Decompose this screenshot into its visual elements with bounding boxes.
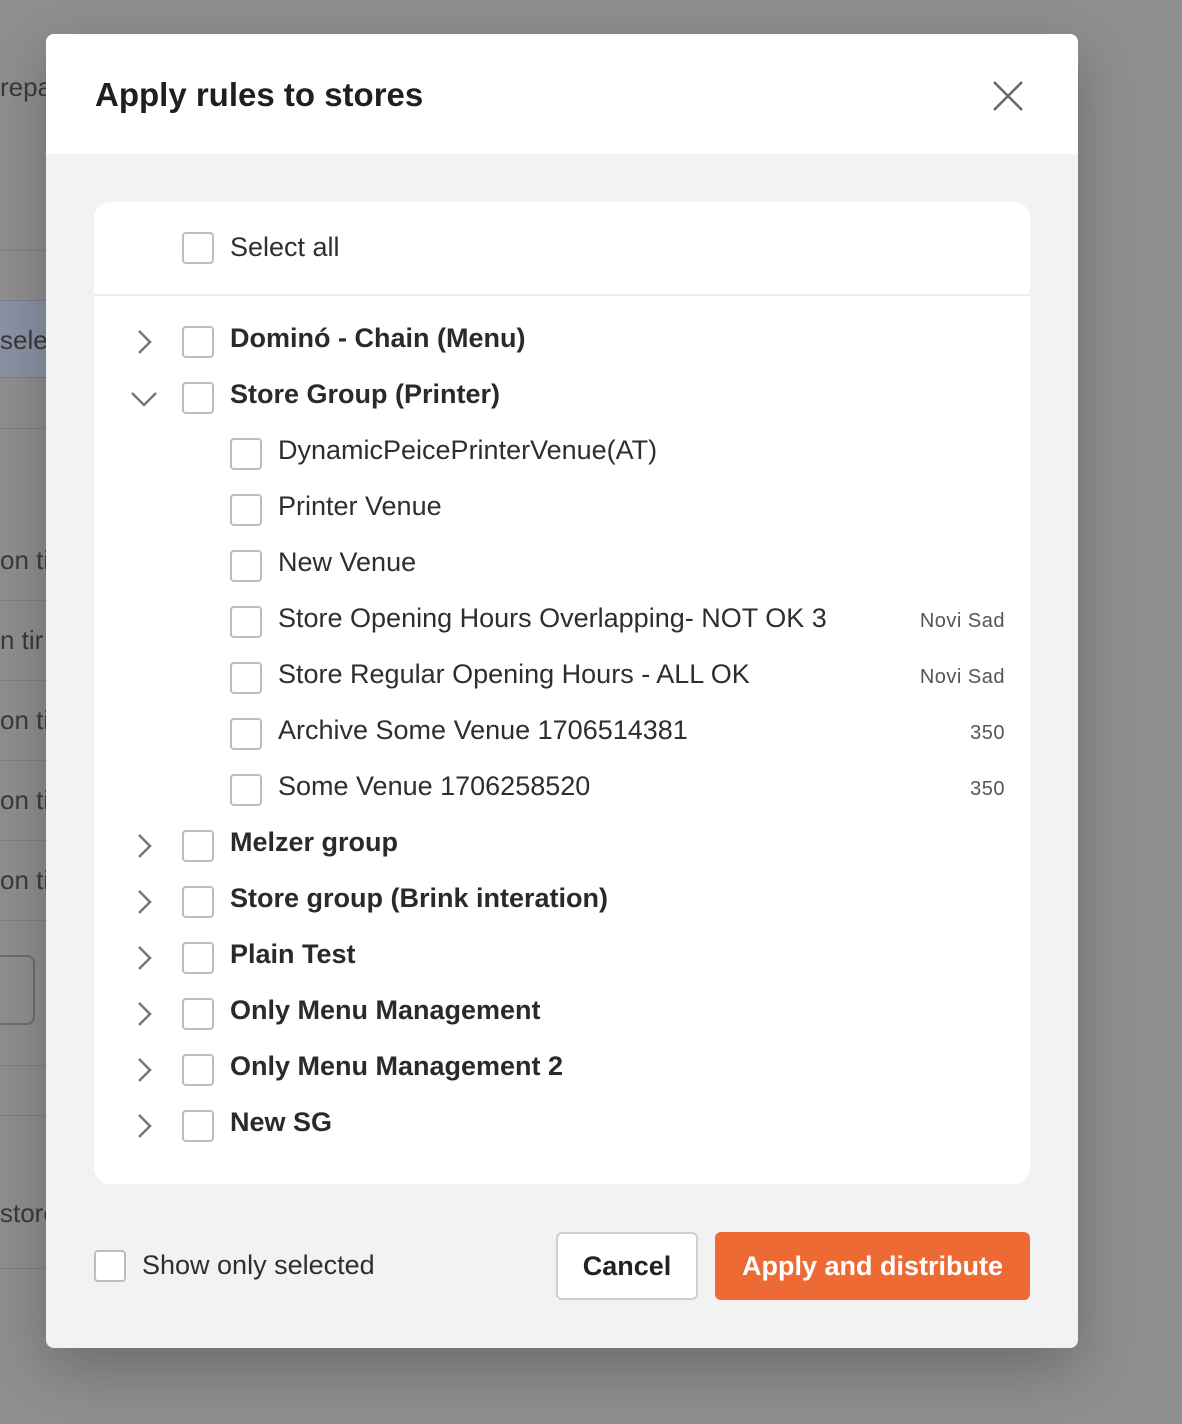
background-text: on tir: [0, 545, 46, 575]
group-label: Melzer group: [230, 827, 399, 857]
background-button: [0, 955, 35, 1025]
close-icon: [993, 81, 1023, 111]
tree-group-row[interactable]: Only Menu Management 2: [94, 1042, 1030, 1098]
store-code: 350: [970, 722, 1005, 744]
store-checkbox[interactable]: [230, 606, 262, 638]
tree-group-row[interactable]: Plain Test: [94, 930, 1030, 986]
store-checkbox[interactable]: [230, 550, 262, 582]
chevron-right-icon[interactable]: [130, 888, 158, 916]
group-checkbox[interactable]: [182, 886, 214, 918]
cancel-button[interactable]: Cancel: [556, 1232, 698, 1300]
tree-group-row[interactable]: Melzer group: [94, 818, 1030, 874]
background-text: sele: [0, 325, 46, 355]
background-text: store: [0, 1198, 46, 1228]
group-label: Store group (Brink interation): [230, 883, 608, 913]
tree-store-row[interactable]: DynamicPeicePrinterVenue(AT): [94, 426, 1030, 482]
group-label: Store Group (Printer): [230, 379, 501, 409]
store-tree-panel: Select all Dominó - Chain (Menu) Store G…: [94, 202, 1030, 1184]
background-text: on tir: [0, 865, 46, 895]
chevron-right-icon[interactable]: [130, 1000, 158, 1028]
tree-group-row[interactable]: Dominó - Chain (Menu): [94, 314, 1030, 370]
tree-group-row[interactable]: Store group (Brink interation): [94, 874, 1030, 930]
store-checkbox[interactable]: [230, 718, 262, 750]
chevron-right-icon[interactable]: [130, 944, 158, 972]
show-only-selected-checkbox[interactable]: [94, 1250, 126, 1282]
group-checkbox[interactable]: [182, 942, 214, 974]
store-checkbox[interactable]: [230, 662, 262, 694]
select-all-checkbox[interactable]: [182, 232, 214, 264]
background-divider: [0, 840, 46, 841]
store-code: 350: [970, 778, 1005, 800]
background-divider: [0, 250, 46, 251]
group-label: Only Menu Management 2: [230, 1051, 564, 1081]
tree-store-row[interactable]: Printer Venue: [94, 482, 1030, 538]
background-divider: [0, 1115, 46, 1116]
background-text: on tir: [0, 705, 46, 735]
store-label: Store Regular Opening Hours - ALL OK: [278, 659, 750, 689]
background-page: repa sele on tir n tir on tir on tir on …: [0, 0, 46, 1424]
tree-store-row[interactable]: Some Venue 1706258520 350: [94, 762, 1030, 818]
tree-store-row[interactable]: Store Opening Hours Overlapping- NOT OK …: [94, 594, 1030, 650]
modal-title: Apply rules to stores: [95, 76, 424, 113]
modal-header: Apply rules to stores: [46, 34, 1078, 154]
group-checkbox[interactable]: [182, 1054, 214, 1086]
tree-store-row[interactable]: New Venue: [94, 538, 1030, 594]
select-all-label: Select all: [230, 232, 340, 262]
tree-group-row[interactable]: New SG: [94, 1098, 1030, 1154]
group-label: New SG: [230, 1107, 333, 1137]
close-button[interactable]: [986, 74, 1030, 118]
background-divider: [0, 680, 46, 681]
group-checkbox[interactable]: [182, 326, 214, 358]
background-divider: [0, 600, 46, 601]
background-text: on tir: [0, 785, 46, 815]
chevron-right-icon[interactable]: [130, 1056, 158, 1084]
group-checkbox[interactable]: [182, 830, 214, 862]
select-all-row[interactable]: Select all: [94, 202, 1030, 296]
tree-store-row[interactable]: Store Regular Opening Hours - ALL OK Nov…: [94, 650, 1030, 706]
show-only-selected-label: Show only selected: [142, 1250, 375, 1280]
store-checkbox[interactable]: [230, 438, 262, 470]
store-city: Novi Sad: [919, 610, 1005, 632]
background-divider: [0, 920, 46, 921]
store-label: Some Venue 1706258520: [278, 771, 591, 801]
tree-group-row[interactable]: Only Menu Management: [94, 986, 1030, 1042]
chevron-right-icon[interactable]: [130, 1112, 158, 1140]
store-checkbox[interactable]: [230, 494, 262, 526]
store-label: Archive Some Venue 1706514381: [278, 715, 688, 745]
background-divider: [0, 760, 46, 761]
apply-and-distribute-button[interactable]: Apply and distribute: [715, 1232, 1030, 1300]
group-checkbox[interactable]: [182, 1110, 214, 1142]
group-checkbox[interactable]: [182, 998, 214, 1030]
chevron-right-icon[interactable]: [130, 328, 158, 356]
group-checkbox[interactable]: [182, 382, 214, 414]
group-label: Plain Test: [230, 939, 356, 969]
apply-rules-modal: Apply rules to stores Select all Dominó …: [46, 34, 1078, 1348]
group-label: Dominó - Chain (Menu): [230, 323, 526, 353]
store-label: DynamicPeicePrinterVenue(AT): [278, 435, 658, 465]
background-text: repa: [0, 72, 46, 102]
store-label: Store Opening Hours Overlapping- NOT OK …: [278, 603, 827, 633]
group-label: Only Menu Management: [230, 995, 541, 1025]
chevron-down-icon[interactable]: [130, 384, 158, 412]
background-divider: [0, 1268, 46, 1269]
store-city: Novi Sad: [919, 666, 1005, 688]
chevron-right-icon[interactable]: [130, 832, 158, 860]
background-text: n tir: [0, 625, 44, 655]
tree-group-row[interactable]: Store Group (Printer): [94, 370, 1030, 426]
background-divider: [0, 1065, 46, 1066]
tree-store-row[interactable]: Archive Some Venue 1706514381 350: [94, 706, 1030, 762]
store-checkbox[interactable]: [230, 774, 262, 806]
store-label: Printer Venue: [278, 491, 442, 521]
background-divider: [0, 428, 46, 429]
store-label: New Venue: [278, 547, 417, 577]
